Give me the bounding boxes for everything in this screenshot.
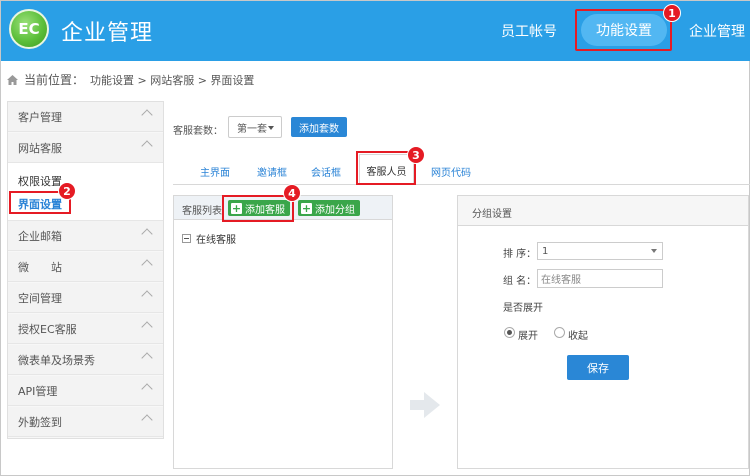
- app-title: 企业管理: [61, 21, 154, 46]
- group-name-label: 组 名：: [503, 276, 537, 287]
- breadcrumb-label: 当前位置：: [24, 73, 85, 87]
- chevron-up-icon: [141, 228, 153, 240]
- collapse-icon[interactable]: [182, 234, 191, 243]
- breadcrumb: 当前位置： 功能设置 > 网站客服 > 界面设置: [7, 71, 254, 88]
- sidebar-item-space-management[interactable]: 空间管理: [8, 283, 163, 313]
- caret-down-icon: [268, 126, 274, 130]
- order-label: 排 序：: [503, 249, 537, 260]
- sidebar-item-micro-form[interactable]: 微表单及场景秀: [8, 345, 163, 375]
- service-set-label: 客服套数：: [173, 126, 223, 137]
- tab-web-code[interactable]: 网页代码: [431, 164, 471, 179]
- window-frame: EC 企业管理 员工帐号 功能设置 企业管理 1 当前位置： 功能设置 > 网站…: [0, 0, 750, 476]
- group-settings-body: [458, 226, 748, 468]
- step-badge-2: 2: [58, 182, 76, 200]
- tab-invite-box[interactable]: 邀请框: [257, 164, 287, 179]
- sidebar-item-website-service[interactable]: 网站客服: [8, 133, 163, 163]
- sidebar-item-field-checkin[interactable]: 外勤签到: [8, 407, 163, 437]
- ec-logo-icon: EC: [9, 9, 49, 49]
- step-badge-4: 4: [283, 184, 301, 202]
- service-set-select[interactable]: 第一套: [228, 116, 282, 138]
- nav-enterprise-management[interactable]: 企业管理: [689, 21, 745, 41]
- group-name-input[interactable]: 在线客服: [537, 269, 663, 288]
- home-icon: [7, 74, 18, 85]
- sidebar-item-micro-site[interactable]: 微 站: [8, 252, 163, 282]
- sidebar-item-customer-management[interactable]: 客户管理: [8, 102, 163, 132]
- tree-node-online-service[interactable]: 在线客服: [182, 231, 236, 246]
- sidebar: 客户管理 网站客服 权限设置 界面设置 企业邮箱 微 站 空间管理 授权EC客服…: [7, 101, 164, 439]
- nav-function-settings[interactable]: 功能设置: [581, 14, 667, 46]
- group-settings-title: 分组设置: [472, 209, 512, 220]
- chevron-up-icon: [141, 140, 153, 152]
- chevron-up-icon: [141, 321, 153, 333]
- radio-collapse-label: 收起: [568, 331, 588, 342]
- sidebar-item-api-management[interactable]: API管理: [8, 376, 163, 406]
- plus-icon: +: [301, 201, 312, 215]
- tabs-divider: [173, 184, 750, 185]
- chevron-up-icon: [141, 109, 153, 121]
- caret-down-icon: [651, 249, 657, 253]
- add-set-button[interactable]: 添加套数: [291, 117, 347, 137]
- chevron-up-icon: [141, 414, 153, 426]
- add-group-button[interactable]: + 添加分组: [298, 200, 360, 216]
- breadcrumb-path: 功能设置 > 网站客服 > 界面设置: [90, 73, 255, 87]
- step-badge-3: 3: [407, 146, 425, 164]
- radio-expand-label: 展开: [518, 331, 538, 342]
- arrow-right-icon: [410, 392, 440, 418]
- chevron-up-icon: [141, 383, 153, 395]
- service-list-panel: 客服列表 + 添加客服 + 添加分组 在线客服: [173, 195, 393, 469]
- sidebar-item-enterprise-mail[interactable]: 企业邮箱: [8, 221, 163, 251]
- service-list-title: 客服列表: [182, 206, 222, 217]
- top-navigation-bar: EC 企业管理 员工帐号 功能设置 企业管理: [1, 1, 750, 61]
- sidebar-sub-permission-settings[interactable]: 权限设置: [18, 173, 62, 189]
- group-settings-header: 分组设置: [458, 196, 748, 226]
- step-badge-1: 1: [663, 4, 681, 22]
- chevron-up-icon: [141, 259, 153, 271]
- radio-collapse[interactable]: [554, 327, 565, 338]
- nav-staff-accounts[interactable]: 员工帐号: [501, 21, 557, 41]
- tab-main-interface[interactable]: 主界面: [200, 164, 230, 179]
- tab-chat-box[interactable]: 会话框: [311, 164, 341, 179]
- sidebar-item-authorized-ec-service[interactable]: 授权EC客服: [8, 314, 163, 344]
- chevron-up-icon: [141, 352, 153, 364]
- radio-expand[interactable]: [504, 327, 515, 338]
- group-settings-panel: 分组设置: [457, 195, 749, 469]
- expand-label: 是否展开: [503, 303, 543, 314]
- highlight-box-add-agent: [222, 195, 294, 222]
- save-button[interactable]: 保存: [567, 355, 629, 380]
- chevron-up-icon: [141, 290, 153, 302]
- order-select[interactable]: 1: [537, 242, 663, 260]
